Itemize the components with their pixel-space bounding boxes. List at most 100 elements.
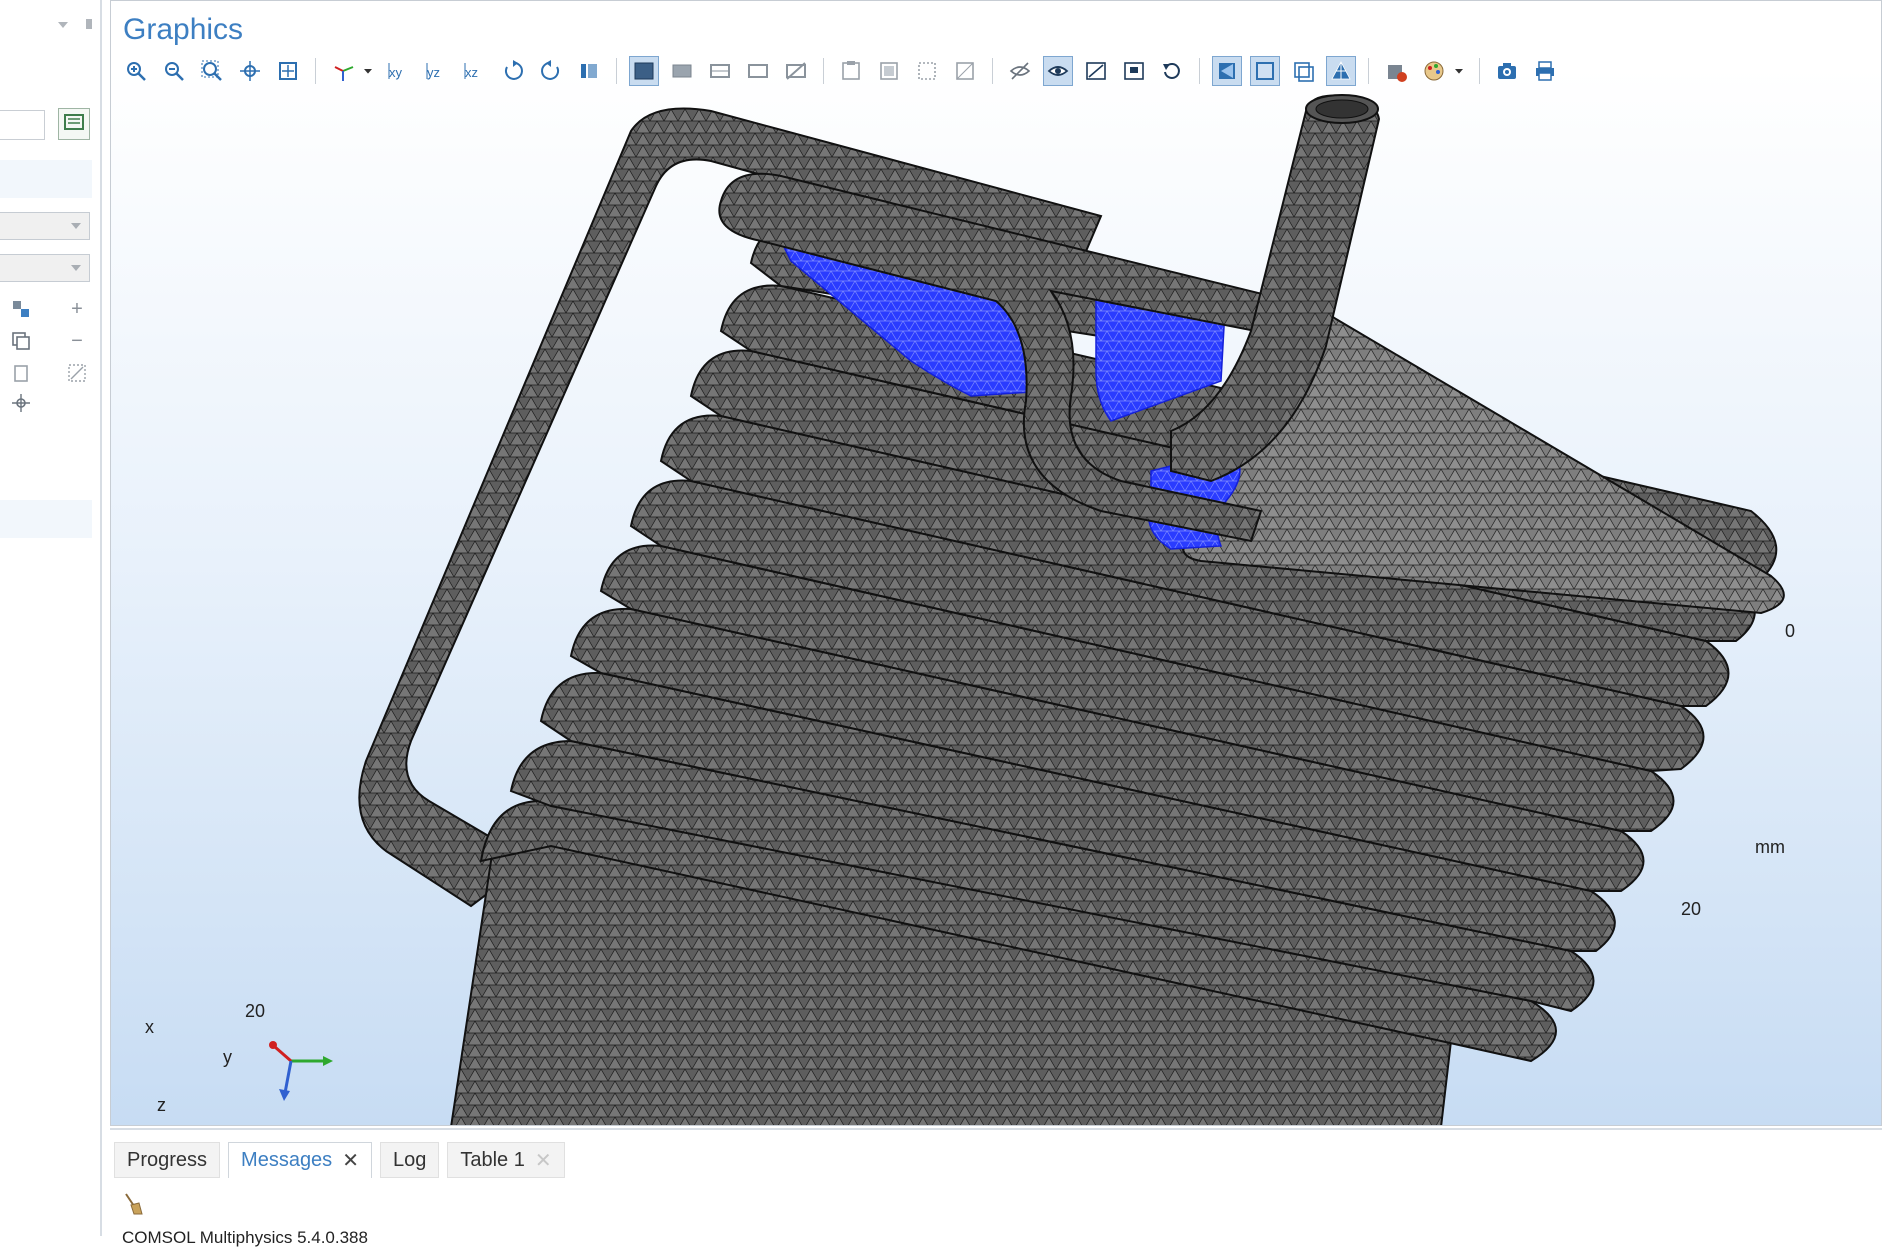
show-eye-button[interactable]	[1043, 56, 1073, 86]
paste-icon[interactable]	[10, 362, 32, 384]
add-icon[interactable]: +	[66, 298, 88, 320]
view-yz-icon: yz	[426, 63, 440, 80]
notes-icon	[64, 114, 84, 130]
close-icon[interactable]: ✕	[535, 1148, 552, 1173]
settings-panel: + −	[0, 0, 102, 1236]
select-boundaries-button[interactable]	[705, 56, 735, 86]
tab-label: Progress	[127, 1148, 208, 1171]
chevron-down-icon	[71, 223, 81, 229]
color-palette-button[interactable]	[1419, 56, 1449, 86]
hide-geometry-icon	[842, 61, 860, 80]
reset-view-button[interactable]	[1381, 56, 1411, 86]
remove-icon[interactable]: −	[66, 330, 88, 352]
svg-text:xy: xy	[389, 65, 403, 80]
dropdown-arrow-icon	[1455, 69, 1463, 74]
axis-tick-20-right: 20	[1681, 899, 1702, 919]
undo-view-icon	[1163, 63, 1180, 79]
hide-geometry-button[interactable]	[836, 56, 866, 86]
wireframe-button[interactable]	[1288, 56, 1318, 86]
view-xz-button[interactable]: xz	[460, 56, 490, 86]
show-hidden-button[interactable]	[874, 56, 904, 86]
clear-selection-icon[interactable]	[66, 362, 88, 384]
undo-view-button[interactable]	[1157, 56, 1187, 86]
render-mesh-button[interactable]	[1326, 56, 1356, 86]
notes-button[interactable]	[58, 108, 90, 140]
clear-messages-button[interactable]	[122, 1192, 144, 1221]
go-to-view-button[interactable]	[574, 56, 604, 86]
wireframe-icon	[1294, 62, 1314, 82]
view-xy-button[interactable]: xy	[384, 56, 414, 86]
hide-selected-button[interactable]	[950, 56, 980, 86]
select-edges-button[interactable]	[743, 56, 773, 86]
panel-header-icons	[56, 18, 106, 35]
scene-light-icon	[1219, 63, 1235, 79]
hide-selected-icon	[956, 62, 974, 80]
dropdown-arrow-icon	[364, 69, 372, 74]
zoom-out-icon	[165, 62, 184, 81]
tab-log[interactable]: Log	[379, 1142, 440, 1178]
zoom-extents-button[interactable]	[273, 56, 303, 86]
select-objects-button[interactable]	[629, 56, 659, 86]
toolbar-separator	[616, 58, 617, 84]
print-icon	[1536, 61, 1554, 81]
select-boundaries-icon	[710, 64, 730, 78]
color-palette-icon	[1424, 61, 1444, 81]
zoom-selected-button[interactable]	[235, 56, 265, 86]
panel-menu-icon[interactable]	[56, 18, 106, 32]
tab-label: Table 1	[460, 1148, 525, 1171]
select-domains-button[interactable]	[667, 56, 697, 86]
mesh-view[interactable]	[111, 1, 1882, 1126]
wireframe-off-button[interactable]	[1005, 56, 1035, 86]
triad-x-label: x	[145, 1017, 154, 1037]
transparency-button[interactable]	[1250, 56, 1280, 86]
tab-table-1[interactable]: Table 1 ✕	[447, 1142, 565, 1178]
triad-z-label: z	[157, 1095, 166, 1115]
rotate-cw-button[interactable]	[536, 56, 566, 86]
graphics-window[interactable]: Graphics xy yz xz 0 mm 20 20 x y z	[110, 0, 1882, 1126]
svg-text:yz: yz	[427, 65, 440, 80]
rotate-ccw-icon	[504, 60, 523, 80]
axis-orientation-icon	[334, 66, 354, 81]
select-icon[interactable]	[10, 298, 32, 320]
selection-combo[interactable]	[0, 212, 90, 240]
dropdown-arrow-button[interactable]	[360, 56, 376, 86]
render-mesh-icon	[1331, 61, 1351, 80]
select-points-icon	[786, 62, 806, 80]
section-header-2[interactable]	[0, 500, 92, 538]
chevron-down-icon	[71, 265, 81, 271]
dropdown-arrow-button[interactable]	[1451, 56, 1467, 86]
camera-icon	[1498, 63, 1516, 79]
svg-text:xz: xz	[465, 65, 478, 80]
zoom-box-button[interactable]	[197, 56, 227, 86]
toolbar-separator	[315, 58, 316, 84]
axis-tick-0: 0	[1785, 621, 1796, 641]
bottom-tabs: Progress Messages ✕ Log Table 1 ✕	[114, 1142, 573, 1178]
section-header[interactable]	[0, 160, 92, 198]
view-xz-icon: xz	[464, 63, 478, 80]
copy-icon[interactable]	[10, 330, 32, 352]
clip-plane-icon	[1086, 62, 1106, 80]
tab-messages[interactable]: Messages ✕	[228, 1142, 372, 1178]
cut-plane-button[interactable]	[1119, 56, 1149, 86]
tab-progress[interactable]: Progress	[114, 1142, 221, 1178]
zoom-extents-icon	[279, 62, 297, 80]
print-button[interactable]	[1530, 56, 1560, 86]
scene-light-button[interactable]	[1212, 56, 1242, 86]
zoom-selection-icon[interactable]	[10, 392, 32, 414]
axis-orientation-button[interactable]	[328, 56, 358, 86]
select-points-button[interactable]	[781, 56, 811, 86]
toolbar-separator	[992, 58, 993, 84]
triad-y-label: y	[223, 1047, 232, 1067]
clip-plane-button[interactable]	[1081, 56, 1111, 86]
entity-combo[interactable]	[0, 254, 90, 282]
zoom-in-button[interactable]	[121, 56, 151, 86]
reset-hiding-button[interactable]	[912, 56, 942, 86]
close-icon[interactable]: ✕	[342, 1148, 359, 1173]
zoom-out-button[interactable]	[159, 56, 189, 86]
graphics-toolbar: xy yz xz	[121, 55, 1568, 87]
rotate-ccw-button[interactable]	[498, 56, 528, 86]
label-input[interactable]	[0, 110, 45, 140]
camera-button[interactable]	[1492, 56, 1522, 86]
view-yz-button[interactable]: yz	[422, 56, 452, 86]
cut-plane-icon	[1124, 62, 1144, 80]
